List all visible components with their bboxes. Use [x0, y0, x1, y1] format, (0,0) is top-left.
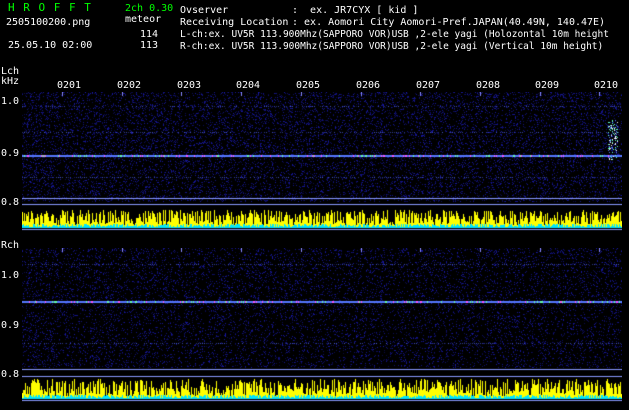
rch-label: Rch: [1, 240, 20, 251]
rch-spectrogram: [22, 248, 622, 403]
rch-ylabel-0-8: 0.8: [1, 369, 20, 380]
hrofft-screen: { "header": { "app_title": "H R O F F T"…: [0, 0, 629, 410]
time-label: 0210: [594, 80, 619, 91]
lch-ylabel-1-0: 1.0: [1, 96, 20, 107]
rch-ylabel-1-0: 1.0: [1, 270, 20, 281]
time-label: 0204: [236, 80, 261, 91]
rch-ylabel-0-9: 0.9: [1, 320, 20, 331]
lch-ylabel-0-9: 0.9: [1, 148, 20, 159]
observer-value: : ex. JR7CYX [ kid ]: [292, 5, 419, 16]
time-label: 0207: [416, 80, 441, 91]
lch-spectrogram: [22, 92, 622, 232]
meteor-label: meteor: [125, 14, 162, 25]
filename: 2505100200.png: [6, 17, 91, 28]
rch-meteor-count: 113: [140, 40, 159, 51]
time-label: 0201: [57, 80, 82, 91]
lch-unit-label: kHz: [1, 76, 20, 87]
time-label: 0202: [117, 80, 142, 91]
app-title: H R O F F T: [8, 1, 92, 14]
lch-ylabel-0-8: 0.8: [1, 197, 20, 208]
time-label: 0208: [476, 80, 501, 91]
lch-receiver-info: L-ch:ex. UV5R 113.900Mhz(SAPPORO VOR)USB…: [180, 29, 609, 40]
time-label: 0206: [356, 80, 381, 91]
datetime: 25.05.10 02:00: [8, 40, 93, 51]
location-label: Receiving Location: [180, 17, 289, 28]
time-label: 0209: [535, 80, 560, 91]
time-label: 0205: [296, 80, 321, 91]
time-label: 0203: [177, 80, 202, 91]
observer-label: Ovserver: [180, 5, 229, 16]
location-value: : ex. Aomori City Aomori-Pref.JAPAN(40.4…: [292, 17, 606, 28]
rch-receiver-info: R-ch:ex. UV5R 113.900Mhz(SAPPORO VOR)USB…: [180, 41, 604, 52]
